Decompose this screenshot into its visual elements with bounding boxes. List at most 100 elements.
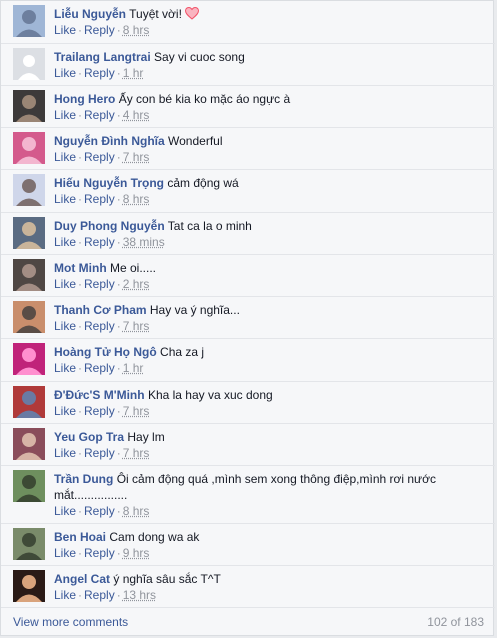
comment-author-link[interactable]: Hiếu Nguyễn Trọng	[54, 176, 164, 190]
avatar[interactable]	[13, 5, 45, 37]
comment-item: Nguyễn Đình Nghĩa Wonderful Like · Reply · 7 …	[1, 127, 495, 169]
avatar[interactable]	[13, 528, 45, 560]
comment-text: Hay lm	[127, 430, 165, 444]
avatar[interactable]	[13, 259, 45, 291]
default-avatar[interactable]	[13, 48, 45, 80]
comment-item: Đ'Đức'S M'Minh Kha la hay va xuc dong Lik…	[1, 381, 495, 423]
comment-author-link[interactable]: Hoàng Tử Họ Ngô	[54, 345, 157, 359]
comment-timestamp[interactable]: 1 hr	[123, 66, 144, 80]
separator-dot: ·	[116, 150, 121, 164]
reply-link[interactable]: Reply	[84, 277, 115, 291]
like-link[interactable]: Like	[54, 446, 76, 460]
comment-timestamp[interactable]: 8 hrs	[123, 23, 150, 37]
comment-actions: Like · Reply · 1 hr	[54, 360, 143, 376]
comment-author-link[interactable]: Ben Hoai	[54, 530, 106, 544]
comment-item: Thanh Cơ Pham Hay va ý nghĩa... Like · Repl…	[1, 296, 495, 338]
like-link[interactable]: Like	[54, 192, 76, 206]
avatar[interactable]	[13, 132, 45, 164]
comment-author-link[interactable]: Mot Minh	[54, 261, 107, 275]
separator-dot: ·	[78, 546, 83, 560]
separator-dot: ·	[116, 108, 121, 122]
comment-timestamp[interactable]: 8 hrs	[123, 504, 150, 518]
avatar[interactable]	[13, 343, 45, 375]
avatar[interactable]	[13, 386, 45, 418]
separator-dot: ·	[116, 546, 121, 560]
comment-text: Wonderful	[168, 134, 223, 148]
avatar[interactable]	[13, 301, 45, 333]
comment-actions: Like · Reply · 7 hrs	[54, 445, 149, 461]
comment-author-link[interactable]: Hong Hero	[54, 92, 115, 106]
comment-item: Trần Dung Ôi cảm động quá ,mình sem xong…	[1, 465, 495, 523]
reply-link[interactable]: Reply	[84, 404, 115, 418]
comment-timestamp[interactable]: 7 hrs	[123, 319, 150, 333]
avatar[interactable]	[13, 570, 45, 602]
comment-author-link[interactable]: Angel Cat	[54, 572, 110, 586]
reply-link[interactable]: Reply	[84, 361, 115, 375]
comment-timestamp[interactable]: 2 hrs	[123, 277, 150, 291]
comment-item: Hiếu Nguyễn Trọng cảm động wá Like · Reply ·…	[1, 169, 495, 211]
comment-actions: Like · Reply · 9 hrs	[54, 545, 149, 561]
comment-text: Say vi cuoc song	[154, 50, 245, 64]
separator-dot: ·	[78, 150, 83, 164]
reply-link[interactable]: Reply	[84, 588, 115, 602]
like-link[interactable]: Like	[54, 150, 76, 164]
comment-timestamp[interactable]: 7 hrs	[123, 150, 150, 164]
reply-link[interactable]: Reply	[84, 546, 115, 560]
comment-author-link[interactable]: Nguyễn Đình Nghĩa	[54, 134, 165, 148]
like-link[interactable]: Like	[54, 588, 76, 602]
comment-author-link[interactable]: Trần Dung	[54, 472, 113, 486]
reply-link[interactable]: Reply	[84, 150, 115, 164]
reply-link[interactable]: Reply	[84, 192, 115, 206]
separator-dot: ·	[116, 446, 121, 460]
comment-timestamp[interactable]: 9 hrs	[123, 546, 150, 560]
reply-link[interactable]: Reply	[84, 66, 115, 80]
comment-text: Cam dong wa ak	[109, 530, 200, 544]
comment-author-link[interactable]: Duy Phong Nguyễn	[54, 219, 165, 233]
reply-link[interactable]: Reply	[84, 319, 115, 333]
reply-link[interactable]: Reply	[84, 446, 115, 460]
like-link[interactable]: Like	[54, 504, 76, 518]
comment-timestamp[interactable]: 13 hrs	[123, 588, 156, 602]
comment-item: Angel Cat ý nghĩa sâu sắc T^T Like · Reply ·…	[1, 565, 495, 607]
comment-timestamp[interactable]: 7 hrs	[123, 404, 150, 418]
comment-timestamp[interactable]: 1 hr	[123, 361, 144, 375]
separator-dot: ·	[78, 446, 83, 460]
comment-actions: Like · Reply · 8 hrs	[54, 191, 149, 207]
view-more-comments-link[interactable]: View more comments	[13, 615, 128, 629]
comment-timestamp[interactable]: 8 hrs	[123, 192, 150, 206]
comment-timestamp[interactable]: 7 hrs	[123, 446, 150, 460]
comment-timestamp[interactable]: 38 mins	[123, 235, 165, 249]
avatar[interactable]	[13, 174, 45, 206]
separator-dot: ·	[116, 588, 121, 602]
like-link[interactable]: Like	[54, 361, 76, 375]
like-link[interactable]: Like	[54, 404, 76, 418]
comment-author-link[interactable]: Liễu Nguyễn	[54, 7, 126, 21]
avatar[interactable]	[13, 217, 45, 249]
like-link[interactable]: Like	[54, 108, 76, 122]
comment-body: Mot Minh Me oi.....	[54, 260, 485, 276]
reply-link[interactable]: Reply	[84, 23, 115, 37]
comment-body: Hiếu Nguyễn Trọng cảm động wá	[54, 175, 485, 191]
like-link[interactable]: Like	[54, 23, 76, 37]
comment-item: Ben Hoai Cam dong wa ak Like · Reply · 9 hrs	[1, 523, 495, 565]
reply-link[interactable]: Reply	[84, 108, 115, 122]
comment-item: Duy Phong Nguyễn Tat ca la o minh Like · Re…	[1, 212, 495, 254]
comment-author-link[interactable]: Yeu Gop Tra	[54, 430, 124, 444]
comment-body: Thanh Cơ Pham Hay va ý nghĩa...	[54, 302, 485, 318]
comment-author-link[interactable]: Đ'Đức'S M'Minh	[54, 388, 145, 402]
like-link[interactable]: Like	[54, 235, 76, 249]
comment-actions: Like · Reply · 38 mins	[54, 234, 165, 250]
reply-link[interactable]: Reply	[84, 235, 115, 249]
separator-dot: ·	[78, 108, 83, 122]
like-link[interactable]: Like	[54, 66, 76, 80]
reply-link[interactable]: Reply	[84, 504, 115, 518]
comment-author-link[interactable]: Trailang Langtrai	[54, 50, 151, 64]
comment-author-link[interactable]: Thanh Cơ Pham	[54, 303, 147, 317]
avatar[interactable]	[13, 90, 45, 122]
avatar[interactable]	[13, 428, 45, 460]
like-link[interactable]: Like	[54, 546, 76, 560]
like-link[interactable]: Like	[54, 277, 76, 291]
like-link[interactable]: Like	[54, 319, 76, 333]
avatar[interactable]	[13, 470, 45, 502]
comment-timestamp[interactable]: 4 hrs	[123, 108, 150, 122]
